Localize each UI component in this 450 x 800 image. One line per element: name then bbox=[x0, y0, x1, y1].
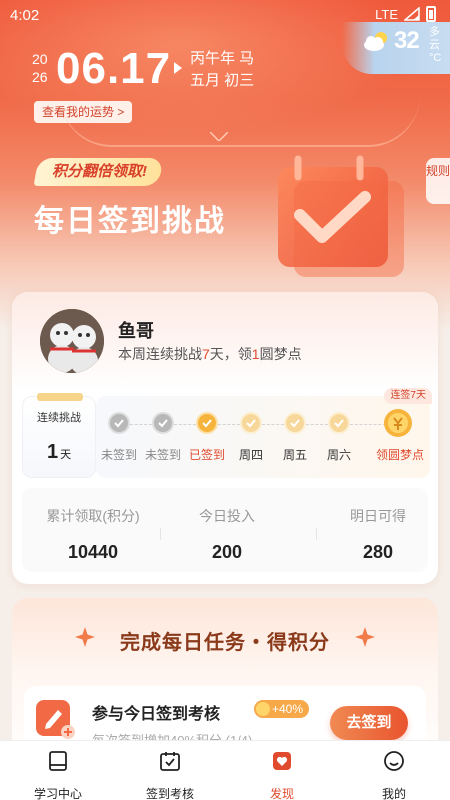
pen-task-icon bbox=[36, 700, 75, 739]
star-icon bbox=[355, 627, 375, 647]
desc-days: 7 bbox=[202, 346, 210, 362]
check-icon bbox=[240, 412, 262, 434]
smile-icon bbox=[384, 751, 404, 771]
nav-label: 签到考核 bbox=[145, 787, 194, 800]
check-icon bbox=[328, 412, 350, 434]
cloud-sun-icon bbox=[362, 30, 392, 52]
book-icon bbox=[49, 751, 67, 771]
day-label: 周六 bbox=[326, 448, 351, 462]
streak-unit: 天 bbox=[60, 449, 72, 461]
avatar[interactable] bbox=[40, 309, 104, 373]
stat-label: 今日投入 bbox=[199, 508, 255, 524]
nav-label: 发现 bbox=[269, 787, 294, 800]
nav-label: 我的 bbox=[381, 787, 406, 800]
hero-banner: 4:02 LTE 32 多云 °C 20 26 06.17 丙午年 马 五月 初… bbox=[0, 0, 450, 330]
nav-mine[interactable]: 我的 bbox=[349, 749, 439, 800]
year: 20 26 bbox=[32, 50, 54, 86]
status-icons: LTE bbox=[375, 6, 436, 22]
day-label: 周四 bbox=[238, 448, 263, 462]
streak-label: 连续挑战 bbox=[37, 412, 81, 424]
checkin-card: 鱼哥 本周连续挑战7天，领1圆梦点 连续挑战 1天 连签7天 未签到 未签到 已… bbox=[12, 292, 438, 584]
day-item[interactable]: 周四 bbox=[229, 412, 273, 463]
stat-value: 10440 bbox=[67, 542, 119, 562]
lunar-date: 丙午年 马 五月 初三 bbox=[190, 48, 254, 92]
day-label: 已签到 bbox=[188, 448, 225, 462]
rules-tab[interactable]: 规则 bbox=[426, 158, 450, 204]
points-double-badge: 积分翻倍领取! bbox=[33, 158, 164, 186]
points-stats: 累计领取(积分) 10440 今日投入 200 明日可得 280 bbox=[22, 488, 428, 572]
day-item[interactable]: 周五 bbox=[273, 412, 317, 463]
fortune-link-button[interactable]: 查看我的运势 > bbox=[34, 101, 133, 123]
calendar-check-illustration-icon bbox=[270, 145, 420, 285]
day-label: 未签到 bbox=[100, 448, 137, 462]
star-coin-icon bbox=[256, 702, 270, 716]
bonus-value: +40% bbox=[272, 702, 304, 716]
go-signin-button[interactable]: 去签到 bbox=[330, 706, 408, 740]
check-icon bbox=[284, 412, 306, 434]
binder-clip-icon bbox=[37, 393, 83, 401]
streak-counter: 连续挑战 1天 bbox=[22, 393, 96, 478]
nav-label: 学习中心 bbox=[33, 787, 82, 800]
year-bottom: 26 bbox=[32, 69, 48, 85]
stat-label: 累计领取(积分) bbox=[46, 508, 140, 524]
check-icon bbox=[108, 412, 130, 434]
stat-today-input: 今日投入 200 bbox=[162, 488, 292, 563]
check-icon bbox=[196, 412, 218, 434]
check-icon bbox=[152, 412, 174, 434]
day-label: 领圆梦点 bbox=[376, 448, 425, 462]
year-top: 20 bbox=[32, 51, 48, 67]
bottom-nav: 学习中心 签到考核 发现 我的 bbox=[0, 740, 450, 800]
nav-discover[interactable]: 发现 bbox=[237, 749, 327, 800]
day-item[interactable]: 未签到 bbox=[141, 412, 185, 463]
month-day: 06.17 bbox=[56, 44, 172, 93]
heart-icon bbox=[273, 752, 291, 770]
stat-total-points: 累计领取(积分) 10440 bbox=[28, 488, 158, 563]
streak-description: 本周连续挑战7天，领1圆梦点 bbox=[118, 344, 302, 364]
calendar-icon bbox=[160, 752, 180, 771]
desc-reward-count: 1 bbox=[251, 346, 260, 362]
triangle-right-icon bbox=[174, 62, 182, 74]
week-checkin-strip: 连签7天 未签到 未签到 已签到 周四 周五 周六 领圆梦点 bbox=[96, 388, 432, 478]
stat-label: 明日可得 bbox=[350, 508, 406, 524]
stat-tomorrow: 明日可得 280 bbox=[328, 488, 428, 563]
streak-value: 1天 bbox=[23, 441, 95, 464]
day-item[interactable]: 周六 bbox=[317, 412, 361, 463]
desc-prefix: 本周连续挑战 bbox=[118, 346, 202, 362]
status-time: 4:02 bbox=[10, 7, 40, 24]
temperature-unit: °C bbox=[429, 52, 442, 64]
signal-icon bbox=[404, 7, 420, 21]
day-item[interactable]: 未签到 bbox=[97, 412, 141, 463]
badge-text: 积分翻倍领取! bbox=[52, 163, 147, 180]
ganzhi-year: 丙午年 马 bbox=[190, 50, 255, 67]
stat-value: 280 bbox=[362, 542, 394, 562]
desc-mid: 天，领 bbox=[209, 346, 252, 362]
nav-checkin[interactable]: 签到考核 bbox=[125, 749, 215, 800]
streak-7-tag: 连签7天 bbox=[384, 388, 432, 404]
day-item-reward[interactable]: 领圆梦点 bbox=[376, 409, 425, 463]
coin-icon bbox=[384, 409, 412, 437]
day-label: 未签到 bbox=[144, 448, 181, 462]
lunar-month-day: 五月 初三 bbox=[190, 72, 255, 89]
temperature: 32 bbox=[394, 27, 420, 54]
stat-value: 200 bbox=[211, 542, 243, 562]
desc-suffix: 圆梦点 bbox=[259, 346, 302, 362]
bonus-tag: +40% bbox=[254, 700, 310, 718]
notch-icon bbox=[210, 132, 228, 141]
network-label: LTE bbox=[375, 6, 398, 22]
weather-condition: 多云 bbox=[429, 26, 440, 51]
streak-days-number: 1 bbox=[46, 441, 59, 463]
nav-learning-center[interactable]: 学习中心 bbox=[13, 749, 103, 800]
task-name: 参与今日签到考核 bbox=[92, 706, 221, 723]
page-title: 每日签到挑战 bbox=[34, 205, 226, 238]
username: 鱼哥 bbox=[118, 321, 154, 341]
day-label: 周五 bbox=[282, 448, 307, 462]
weather-widget[interactable]: 32 多云 °C bbox=[342, 22, 450, 74]
battery-icon bbox=[426, 6, 436, 22]
day-item[interactable]: 已签到 bbox=[185, 412, 229, 463]
